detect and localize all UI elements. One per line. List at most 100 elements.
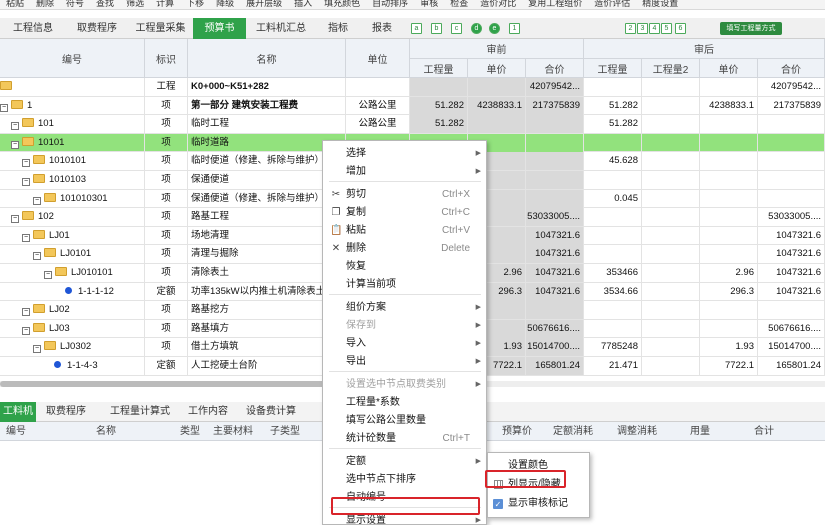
toolbar-button[interactable]: 查找 bbox=[96, 0, 114, 8]
tab-6[interactable]: 报表 bbox=[360, 18, 404, 39]
menu-item-6[interactable]: 恢复 bbox=[323, 257, 486, 276]
menu-item-16[interactable]: 定额 ▶ bbox=[323, 452, 486, 471]
toolbar-icon-c[interactable]: c bbox=[451, 23, 462, 34]
toolbar-icon-5[interactable]: 5 bbox=[661, 23, 672, 34]
expand-toggle-icon[interactable]: − bbox=[22, 326, 30, 335]
toolbar-button[interactable]: 计算 bbox=[156, 0, 174, 8]
menu-item-label: 设置选中节点取费类别 bbox=[346, 379, 446, 390]
menu-item-11[interactable]: 导出 ▶ bbox=[323, 352, 486, 371]
toolbar-icon-1[interactable]: 1 bbox=[509, 23, 520, 34]
toolbar-button[interactable]: 造价评估 bbox=[594, 0, 630, 8]
menu-item-10[interactable]: 导入 ▶ bbox=[323, 334, 486, 353]
table-row[interactable]: −101 项临时工程 公路公里 51.282 51.282 bbox=[0, 115, 825, 134]
toolbar-button[interactable]: 造价对比 bbox=[480, 0, 516, 8]
menu-item-3[interactable]: ❐ 复制 Ctrl+C bbox=[323, 203, 486, 222]
expand-toggle-icon[interactable]: − bbox=[22, 159, 30, 168]
toolbar-icon-6[interactable]: 6 bbox=[675, 23, 686, 34]
bottom-tab-3[interactable]: 工作内容 bbox=[182, 402, 236, 422]
submenu-item-2[interactable]: ✓ 显示审核标记 bbox=[488, 495, 589, 513]
expand-toggle-icon[interactable]: − bbox=[0, 103, 8, 112]
menu-item-1[interactable]: 增加 ▶ bbox=[323, 162, 486, 181]
toolbar-button[interactable]: 自动排序 bbox=[372, 0, 408, 8]
expand-toggle-icon[interactable]: − bbox=[22, 233, 30, 242]
menu-item-shortcut: Ctrl+C bbox=[441, 207, 470, 218]
toolbar-button[interactable]: 下移 bbox=[186, 0, 204, 8]
toolbar-icon-b[interactable]: b bbox=[431, 23, 442, 34]
menu-item-12: 设置选中节点取费类别 ▶ bbox=[323, 375, 486, 394]
toolbar-button[interactable]: 符号 bbox=[66, 0, 84, 8]
menu-item-5[interactable]: ✕ 删除 Delete bbox=[323, 239, 486, 258]
name-cell: 临时工程 bbox=[188, 115, 346, 134]
menu-separator bbox=[329, 371, 481, 372]
value-cell-at bbox=[758, 115, 825, 134]
tab-4[interactable]: 工料机汇总 bbox=[246, 18, 316, 39]
table-row[interactable]: 工程 K0+000~K51+282 42079542... 42079542... bbox=[0, 78, 825, 97]
toolbar-icon-d[interactable]: d bbox=[471, 23, 482, 34]
toolbar-icon-e[interactable]: e bbox=[489, 23, 500, 34]
code-text: 101 bbox=[38, 118, 54, 130]
value-cell-t: 53033005.... bbox=[526, 208, 584, 227]
tab-5[interactable]: 指标 bbox=[316, 18, 360, 39]
bottom-tab-0[interactable]: 工料机 bbox=[0, 402, 36, 422]
toolbar-button[interactable]: 精度设置 bbox=[642, 0, 678, 8]
expand-toggle-icon[interactable]: − bbox=[11, 122, 19, 131]
expand-toggle-icon[interactable]: − bbox=[44, 271, 52, 279]
value-cell-aq bbox=[584, 133, 642, 152]
expand-toggle-icon[interactable]: − bbox=[11, 140, 19, 149]
toolbar-button[interactable]: 删除 bbox=[36, 0, 54, 8]
menu-item-label: 粘贴 bbox=[346, 225, 366, 236]
menu-item-7[interactable]: 计算当前项 bbox=[323, 275, 486, 294]
code-text: 1010103 bbox=[49, 174, 86, 185]
toolbar-icon-4[interactable]: 4 bbox=[649, 23, 660, 34]
toolbar-button[interactable]: 填充颜色 bbox=[324, 0, 360, 8]
fill-quantity-mode-button[interactable]: 填写工程量方式 bbox=[720, 22, 782, 35]
app-window: 粘贴 删除 符号 查找 筛选 计算 下移 降级 展开层级 插入 填充颜色 自动排序 审核 检查 造价对比 复用… bbox=[0, 0, 825, 525]
value-cell-at: 1047321.6 bbox=[758, 264, 825, 282]
checkbox-checked-icon[interactable]: ✓ bbox=[493, 499, 503, 509]
menu-item-13[interactable]: 工程量*系数 bbox=[323, 393, 486, 412]
bottom-tab-2[interactable]: 工程量计算式 bbox=[104, 402, 178, 422]
code-text: 1-1-1-12 bbox=[78, 285, 114, 297]
value-cell-t: 1047321.6 bbox=[526, 226, 584, 245]
menu-item-label: 删除 bbox=[346, 243, 366, 254]
toolbar-button[interactable]: 展开层级 bbox=[246, 0, 282, 8]
expand-toggle-icon[interactable]: − bbox=[33, 252, 41, 261]
menu-item-4[interactable]: 📋 粘贴 Ctrl+V bbox=[323, 221, 486, 240]
toolbar-button[interactable]: 插入 bbox=[294, 0, 312, 8]
bottom-tab-1[interactable]: 取费程序 bbox=[40, 402, 100, 422]
toolbar-icon-3[interactable]: 3 bbox=[637, 23, 648, 34]
toolbar-button[interactable]: 审核 bbox=[420, 0, 438, 8]
menu-item-0[interactable]: 选择 ▶ bbox=[323, 144, 486, 163]
tab-2[interactable]: 工程量采集 bbox=[128, 18, 193, 39]
toolbar-button[interactable]: 粘贴 bbox=[6, 0, 24, 8]
bottom-header-6: 定额消耗 bbox=[553, 426, 593, 437]
toolbar-button[interactable]: 筛选 bbox=[126, 0, 144, 8]
table-row[interactable]: −1 项第一部分 建筑安装工程费 公路公里 51.282 4238833.1 217375… bbox=[0, 96, 825, 116]
toolbar-icon-2[interactable]: 2 bbox=[625, 23, 636, 34]
bottom-tab-4[interactable]: 设备费计算 bbox=[240, 402, 300, 422]
menu-item-2[interactable]: ✂ 剪切 Ctrl+X bbox=[323, 185, 486, 204]
tab-3[interactable]: 预算书 bbox=[193, 18, 246, 39]
expand-toggle-icon[interactable]: − bbox=[33, 196, 41, 205]
expand-toggle-icon[interactable]: − bbox=[33, 345, 41, 354]
tab-1[interactable]: 取费程序 bbox=[66, 18, 128, 39]
menu-item-8[interactable]: 组价方案 ▶ bbox=[323, 298, 486, 317]
unit-cell: 公路公里 bbox=[346, 115, 410, 134]
expand-toggle-icon[interactable]: − bbox=[11, 215, 19, 224]
toolbar-button[interactable]: 检查 bbox=[450, 0, 468, 8]
menu-item-14[interactable]: 填写公路公里数量 bbox=[323, 411, 486, 430]
menu-item-label: 导出 bbox=[346, 356, 366, 367]
mark-cell: 项 bbox=[145, 245, 188, 264]
tab-0[interactable]: 工程信息 bbox=[0, 18, 66, 39]
folder-icon bbox=[22, 118, 34, 128]
menu-item-label: 选中节点下排序 bbox=[346, 474, 416, 485]
toolbar-button[interactable]: 复用工程组价 bbox=[528, 0, 582, 8]
expand-toggle-icon[interactable]: − bbox=[22, 308, 30, 317]
header-total: 合价 bbox=[526, 59, 584, 78]
menu-item-15[interactable]: 统计砼数量 Ctrl+T bbox=[323, 429, 486, 448]
menu-item-17[interactable]: 选中节点下排序 bbox=[323, 470, 486, 489]
menu-item-icon: 📋 bbox=[330, 225, 343, 236]
toolbar-icon-a[interactable]: a bbox=[411, 23, 422, 34]
expand-toggle-icon[interactable]: − bbox=[22, 178, 30, 186]
toolbar-button[interactable]: 降级 bbox=[216, 0, 234, 8]
